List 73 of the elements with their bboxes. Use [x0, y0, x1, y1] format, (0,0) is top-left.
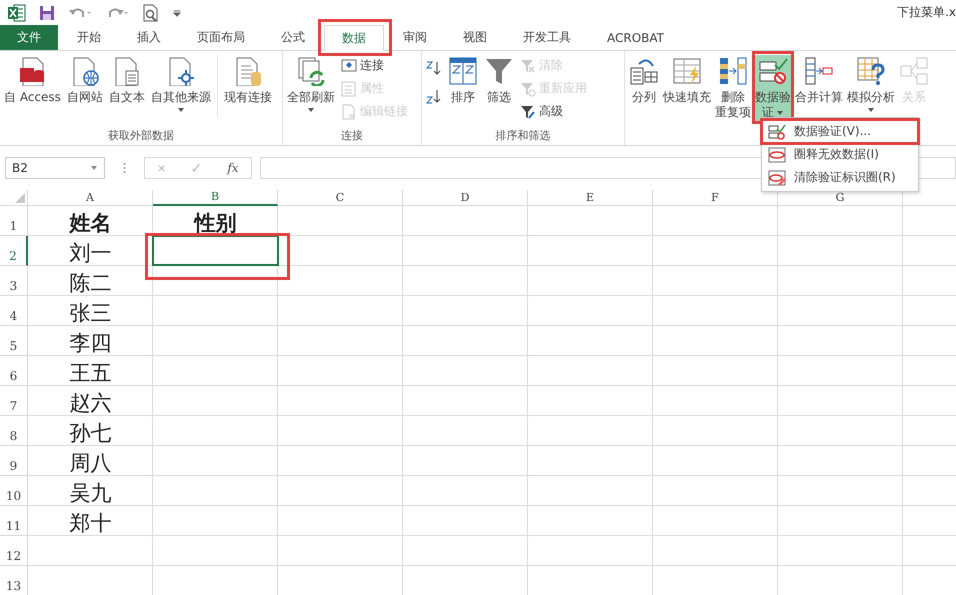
table-cell: 赵六: [70, 390, 112, 416]
ribbon-tab[interactable]: 开发工具: [506, 25, 588, 50]
grip-icon: [123, 162, 126, 174]
save-icon[interactable]: [39, 4, 55, 20]
ribbon-button[interactable]: 排序: [446, 55, 480, 117]
print-preview-icon[interactable]: [142, 4, 160, 22]
table-cell: 张三: [70, 300, 112, 326]
table-cell: 陈二: [70, 270, 112, 296]
what-if-icon: [856, 56, 886, 86]
consolidate-icon: [804, 56, 834, 86]
excel-logo-icon: [8, 4, 26, 22]
select-all-icon: [15, 193, 25, 203]
ribbon-button[interactable]: 全部刷新: [285, 55, 337, 117]
ribbon-button[interactable]: 连接: [339, 55, 410, 76]
clear-filter-icon: [520, 58, 536, 74]
clear-circles-icon: [768, 168, 786, 186]
group-label: 获取外部数据: [107, 128, 175, 143]
group-label: 排序和筛选: [494, 128, 552, 143]
properties-icon: [341, 80, 357, 96]
filter-icon: [484, 56, 514, 86]
ribbon-button[interactable]: 自文本: [106, 55, 147, 117]
ribbon-tab[interactable]: 公式: [264, 25, 322, 50]
advanced-filter-icon: [520, 104, 536, 120]
table-cell: 孙七: [70, 420, 112, 446]
ribbon-button[interactable]: 合并计算: [793, 55, 845, 117]
ribbon-tab[interactable]: 文件: [0, 25, 58, 50]
table-cell: 姓名: [70, 210, 112, 236]
ribbon-button[interactable]: 现有连接: [222, 55, 274, 117]
selected-cell[interactable]: [152, 235, 279, 266]
ribbon-tab[interactable]: 页面布局: [180, 25, 262, 50]
table-cell: 郑十: [70, 510, 112, 536]
column-header[interactable]: B: [153, 190, 278, 206]
table-cell: 性别: [194, 210, 236, 236]
flash-fill-icon: [672, 56, 702, 86]
group-label: 连接: [340, 128, 364, 143]
ribbon-button[interactable]: 自其他来源: [148, 55, 213, 117]
reapply-filter-icon: [520, 80, 536, 96]
ribbon-button[interactable]: 快速填充: [661, 55, 713, 117]
table-cell: 吴九: [70, 480, 112, 506]
ribbon-button[interactable]: 自 Access: [2, 55, 63, 117]
name-box[interactable]: B2: [5, 157, 105, 179]
table-cell: 王五: [70, 360, 112, 386]
remove-duplicates-icon: [718, 56, 748, 86]
menu-item[interactable]: 清除验证标识圈(R): [762, 166, 918, 189]
edit-links-icon: [341, 104, 357, 120]
menu-item[interactable]: 圈释无效数据(I): [762, 143, 918, 166]
ribbon-button[interactable]: 自网站: [64, 55, 105, 117]
ribbon-tab[interactable]: 开始: [60, 25, 118, 50]
ribbon-button[interactable]: 高级: [518, 101, 589, 122]
table-cell: 刘一: [70, 240, 112, 266]
menu-item[interactable]: 数据验证(V)...: [762, 120, 918, 143]
link-icon: [341, 58, 357, 74]
ribbon-button[interactable]: 删除 重复项: [713, 55, 753, 121]
ribbon-tab[interactable]: ACROBAT: [590, 25, 681, 50]
ribbon-button[interactable]: 筛选: [482, 55, 516, 117]
table-cell: 李四: [70, 330, 112, 356]
sort-icon: [448, 56, 478, 86]
undo-icon[interactable]: [68, 6, 92, 20]
window-title: 下拉菜单.x: [897, 4, 956, 21]
refresh-icon: [296, 56, 326, 86]
ribbon-button[interactable]: 分列: [627, 55, 661, 117]
data-validation-icon: [758, 56, 788, 86]
ribbon-button[interactable]: 模拟分析: [845, 55, 897, 117]
ribbon-tab[interactable]: 数据: [324, 25, 384, 51]
ribbon-tab[interactable]: 插入: [120, 25, 178, 50]
customize-caret-icon[interactable]: [173, 8, 181, 16]
relationships-icon: [899, 56, 929, 86]
table-cell: 周八: [70, 450, 112, 476]
insert-function-button[interactable]: fx: [223, 161, 243, 175]
data-validation-icon: [768, 122, 786, 140]
ribbon-tab[interactable]: 审阅: [386, 25, 444, 50]
circle-invalid-icon: [768, 146, 786, 164]
ribbon-tab[interactable]: 视图: [446, 25, 504, 50]
